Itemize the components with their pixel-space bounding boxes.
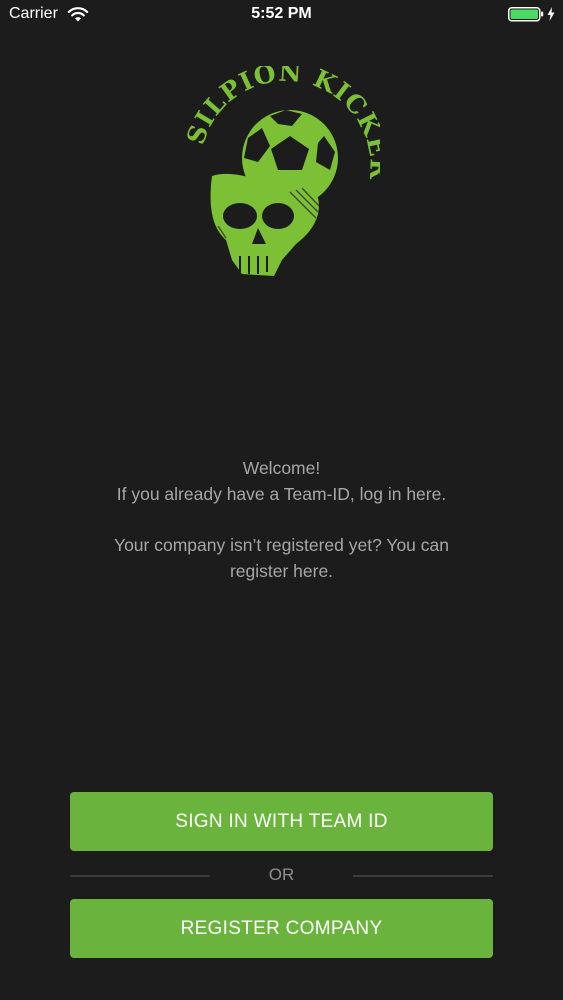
clock: 5:52 PM	[251, 5, 312, 22]
register-company-button[interactable]: REGISTER COMPANY	[70, 899, 493, 958]
divider-line-right	[353, 875, 493, 877]
battery-icon	[508, 7, 544, 22]
welcome-message: Welcome! If you already have a Team-ID, …	[40, 455, 523, 584]
charging-bolt-icon	[547, 7, 555, 21]
status-bar: Carrier 5:52 PM	[0, 0, 563, 30]
welcome-register-hint-line2: register here.	[229, 561, 334, 581]
sign-in-with-team-id-button[interactable]: SIGN IN WITH TEAM ID	[70, 792, 493, 851]
or-divider: OR	[70, 862, 493, 890]
welcome-heading: Welcome!	[242, 458, 321, 478]
app-logo-skull-football: SILPION KICKER CUP	[178, 66, 380, 276]
welcome-register-hint-line1: Your company isn’t registered yet? You c…	[114, 535, 449, 555]
welcome-login-hint: If you already have a Team-ID, log in he…	[116, 484, 447, 504]
